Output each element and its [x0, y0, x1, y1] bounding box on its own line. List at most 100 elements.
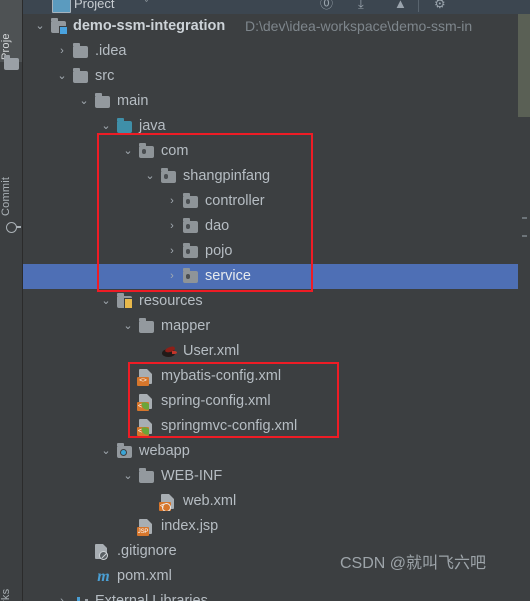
tree-row-icon: [183, 264, 200, 289]
collapse-all-icon[interactable]: ▲: [394, 0, 407, 10]
chevron-right-icon[interactable]: ›: [166, 214, 178, 239]
tree-row-main[interactable]: ⌄ main: [22, 89, 530, 114]
tree-row-mapper[interactable]: ⌄ mapper: [22, 314, 530, 339]
tree-row-label: index.jsp: [161, 518, 219, 534]
tree-row-resources[interactable]: ⌄ resources: [22, 289, 530, 314]
chevron-right-icon[interactable]: ›: [166, 189, 178, 214]
module-folder-icon: [51, 17, 68, 35]
tree-row-label: springmvc-config.xml: [161, 418, 298, 434]
tree-row-label: pom.xml: [117, 568, 172, 584]
tree-row-src[interactable]: ⌄ src: [22, 64, 530, 89]
tree-row-icon: [73, 589, 90, 601]
tree-row-icon: [73, 64, 90, 89]
tree-row-idea[interactable]: › .idea: [22, 39, 530, 64]
commit-icon: [6, 222, 21, 233]
chevron-down-icon[interactable]: ⌄: [122, 314, 134, 339]
tree-row-icon: [183, 239, 200, 264]
hide-icon[interactable]: ⓪: [320, 0, 333, 10]
tree-row-controller[interactable]: › controller: [22, 189, 530, 214]
tree-row-springmvc-config-xml[interactable]: < springmvc-config.xml: [22, 414, 530, 439]
tree-row-icon: JSP: [137, 514, 156, 539]
tree-row-label: resources: [139, 293, 203, 309]
tree-row-shangpinfang[interactable]: ⌄ shangpinfang: [22, 164, 530, 189]
tree-row-icon: [95, 89, 112, 114]
tree-row-icon: [51, 14, 68, 39]
chevron-down-icon[interactable]: ⌄: [34, 14, 46, 39]
tree-row-label: src: [95, 68, 115, 84]
package-icon: [139, 142, 154, 158]
idea-project-window: Proje Commit rks Project ˇ ⓪ ⤓ ▲ ⚙ ⌄ demo…: [0, 0, 530, 601]
folder-icon: [73, 42, 88, 58]
tool-strip-tab-bookmarks[interactable]: rks: [0, 560, 22, 601]
tree-row-label: User.xml: [183, 343, 240, 359]
vertical-scrollbar[interactable]: [518, 14, 530, 117]
chevron-down-icon[interactable]: ⌄: [56, 64, 68, 89]
tree-row-dao[interactable]: › dao: [22, 214, 530, 239]
chevron-down-icon[interactable]: ˇ: [145, 0, 148, 9]
gitignore-file-icon: [95, 544, 108, 560]
tree-row-icon: [161, 164, 178, 189]
folder-icon: [139, 317, 154, 333]
chevron-down-icon[interactable]: ⌄: [100, 289, 112, 314]
tree-row-external-libraries[interactable]: › External Libraries: [22, 589, 530, 601]
chevron-down-icon[interactable]: ⌄: [100, 114, 112, 139]
tree-row-icon: [139, 139, 156, 164]
tool-window-title: Project: [74, 0, 115, 11]
chevron-right-icon[interactable]: ›: [166, 239, 178, 264]
scroll-mark: [522, 235, 527, 237]
chevron-down-icon[interactable]: ⌄: [122, 464, 134, 489]
tree-row-label: pojo: [205, 243, 233, 259]
tree-row-webapp[interactable]: ⌄ webapp: [22, 439, 530, 464]
mybatis-mapper-icon: [161, 345, 177, 358]
tree-row-web-xml[interactable]: < web.xml: [22, 489, 530, 514]
tree-row-service[interactable]: › service: [22, 264, 530, 289]
chevron-down-icon[interactable]: ⌄: [122, 139, 134, 164]
tree-row-label: web.xml: [183, 493, 237, 509]
tree-row-icon: [139, 314, 156, 339]
expand-all-icon[interactable]: ⤓: [358, 0, 364, 10]
spring-config-file-icon: <: [137, 394, 152, 411]
spring-config-file-icon: <: [137, 419, 152, 436]
tree-row-icon: [73, 39, 90, 64]
tree-row-label: shangpinfang: [183, 168, 271, 184]
web-root-folder-icon: [117, 442, 132, 458]
tree-row-icon: <: [137, 389, 156, 414]
tree-row-user-xml[interactable]: User.xml: [22, 339, 530, 364]
tree-row-icon: <: [159, 489, 178, 514]
chevron-down-icon[interactable]: ⌄: [100, 439, 112, 464]
tree-row-com[interactable]: ⌄ com: [22, 139, 530, 164]
chevron-down-icon[interactable]: ⌄: [78, 89, 90, 114]
tool-window-strip: Proje Commit rks: [0, 0, 23, 601]
tree-row-root[interactable]: ⌄ demo-ssm-integration D:\dev\idea-workspa…: [22, 14, 530, 39]
chevron-down-icon[interactable]: ⌄: [144, 164, 156, 189]
tree-row-web-inf[interactable]: ⌄ WEB-INF: [22, 464, 530, 489]
tree-row-label: spring-config.xml: [161, 393, 271, 409]
tree-row-label: mybatis-config.xml: [161, 368, 282, 384]
chevron-right-icon[interactable]: ›: [56, 589, 68, 601]
tree-row-icon: [117, 439, 134, 464]
package-icon: [183, 192, 198, 208]
tree-row-icon: [161, 339, 178, 364]
tool-strip-tab-project[interactable]: Proje: [0, 0, 22, 62]
tree-row-label: dao: [205, 218, 230, 234]
tree-row-icon: [183, 214, 200, 239]
chevron-right-icon[interactable]: ›: [166, 264, 178, 289]
tree-row-pojo[interactable]: › pojo: [22, 239, 530, 264]
tree-row-icon: [117, 114, 134, 139]
tree-row-label: mapper: [161, 318, 211, 334]
xml-file-icon: <>: [137, 369, 152, 386]
tree-row-spring-config-xml[interactable]: < spring-config.xml: [22, 389, 530, 414]
tree-row-label: com: [161, 143, 189, 159]
tree-row-index-jsp[interactable]: JSP index.jsp: [22, 514, 530, 539]
scroll-mark: [522, 217, 527, 219]
package-icon: [183, 242, 198, 258]
tree-row-label: controller: [205, 193, 265, 209]
settings-icon[interactable]: ⚙: [434, 0, 446, 10]
chevron-right-icon[interactable]: ›: [56, 39, 68, 64]
project-tree[interactable]: ⌄ demo-ssm-integration D:\dev\idea-workspa…: [22, 14, 530, 601]
tree-row-mybatis-config-xml[interactable]: <> mybatis-config.xml: [22, 364, 530, 389]
tree-row-java[interactable]: ⌄ java: [22, 114, 530, 139]
tool-strip-tab-commit[interactable]: Commit: [0, 152, 22, 216]
csdn-watermark: CSDN @就叫飞六吧: [340, 555, 487, 572]
web-xml-file-icon: <: [159, 494, 174, 511]
